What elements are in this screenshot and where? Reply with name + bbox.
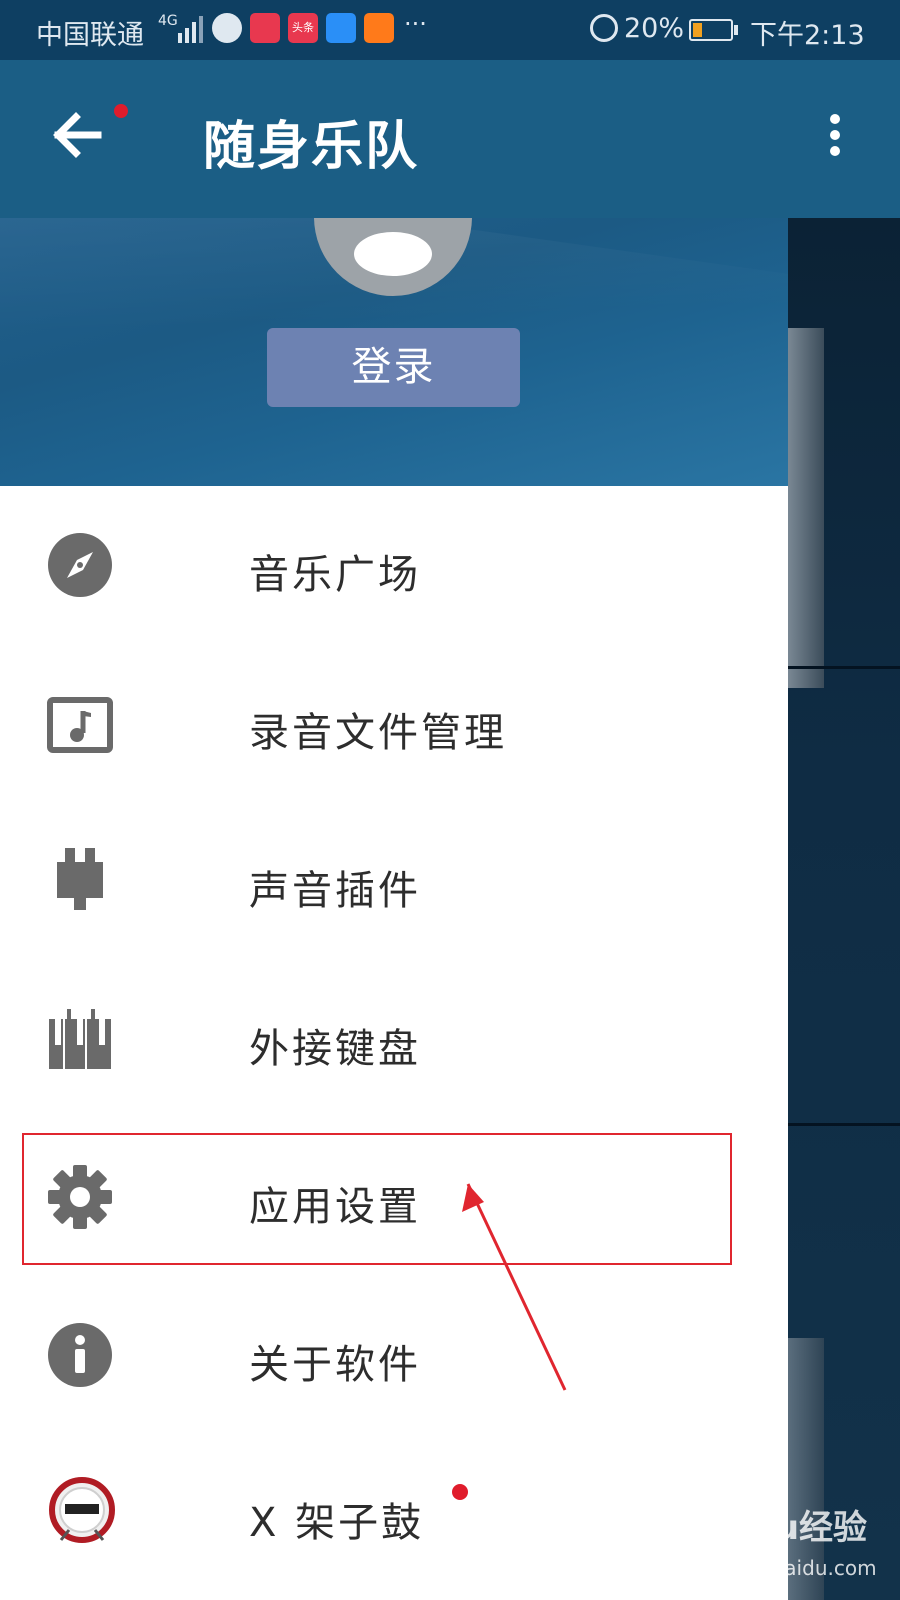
- drum-icon: [49, 1477, 115, 1543]
- piano-key-divider: [788, 666, 900, 669]
- more-vert-dot: [830, 146, 840, 156]
- menu-item-x-drums[interactable]: X 架子鼓: [0, 1434, 788, 1592]
- login-button[interactable]: 登录: [267, 328, 520, 407]
- more-vert-dot: [830, 130, 840, 140]
- music-file-icon: [47, 697, 113, 753]
- battery-percent: 20%: [624, 13, 685, 44]
- plugin-icon: [57, 848, 103, 910]
- menu-item-about[interactable]: 关于软件: [0, 1276, 788, 1434]
- piano-key-divider: [788, 1123, 900, 1126]
- battery-tip: [734, 25, 738, 35]
- navigation-drawer: 登录 音乐广场 录音文件管理 声音插件 外接键盘 应用设置 关于软件 X 架子鼓: [0, 218, 788, 1600]
- back-button[interactable]: [42, 100, 112, 170]
- menu-item-external-keyboard[interactable]: 外接键盘: [0, 960, 788, 1118]
- battery-icon: [689, 19, 733, 41]
- notification-icons: 头条: [212, 13, 394, 43]
- signal-icon: [178, 16, 203, 43]
- app-d-icon: [364, 13, 394, 43]
- menu-item-label: 声音插件: [249, 868, 421, 914]
- menu-item-recordings[interactable]: 录音文件管理: [0, 644, 788, 802]
- overflow-menu-button[interactable]: [820, 110, 850, 170]
- menu-item-label: 外接键盘: [249, 1026, 421, 1072]
- battery-fill: [693, 23, 702, 37]
- watermark-logo-text: Baidu经验: [690, 1508, 868, 1548]
- youku-icon: [326, 13, 356, 43]
- more-notifications-icon: ···: [404, 10, 427, 38]
- watermark-url: jingyan.baidu.com: [692, 1556, 877, 1580]
- new-badge-dot: [452, 1484, 468, 1500]
- menu-item-label: 关于软件: [249, 1342, 421, 1388]
- compass-icon: [48, 533, 112, 597]
- app-a-icon: [250, 13, 280, 43]
- avatar-placeholder-icon: [354, 232, 432, 276]
- info-icon: [48, 1323, 112, 1387]
- more-vert-icon: [830, 114, 840, 124]
- baidu-watermark: Baidu经验 jingyan.baidu.com: [690, 1500, 900, 1600]
- menu-item-label: 录音文件管理: [249, 710, 507, 756]
- piano-key-edge: [788, 328, 824, 688]
- page-title: 随身乐队: [203, 117, 420, 177]
- menu-item-label: 音乐广场: [249, 552, 421, 598]
- menu-item-sound-plugins[interactable]: 声音插件: [0, 802, 788, 960]
- alarm-icon: [590, 14, 618, 42]
- app-bar: 随身乐队: [0, 60, 900, 218]
- back-arrow-icon: [53, 112, 102, 158]
- carrier-label: 中国联通: [36, 20, 144, 51]
- menu-item-music-square[interactable]: 音乐广场: [0, 486, 788, 644]
- toutiao-icon: 头条: [288, 13, 318, 43]
- message-icon: [212, 13, 242, 43]
- network-type: 4G: [158, 13, 178, 29]
- annotation-arrow-icon: [462, 1183, 567, 1391]
- notification-dot: [114, 104, 128, 118]
- menu-item-label: X 架子鼓: [249, 1500, 425, 1546]
- keyboard-icon: [49, 1009, 111, 1069]
- drawer-header: 登录: [0, 218, 788, 486]
- status-bar: 中国联通 4G 头条 ··· 20% 下午2:13: [0, 0, 900, 60]
- highlight-box: [22, 1133, 732, 1265]
- clock: 下午2:13: [750, 20, 865, 51]
